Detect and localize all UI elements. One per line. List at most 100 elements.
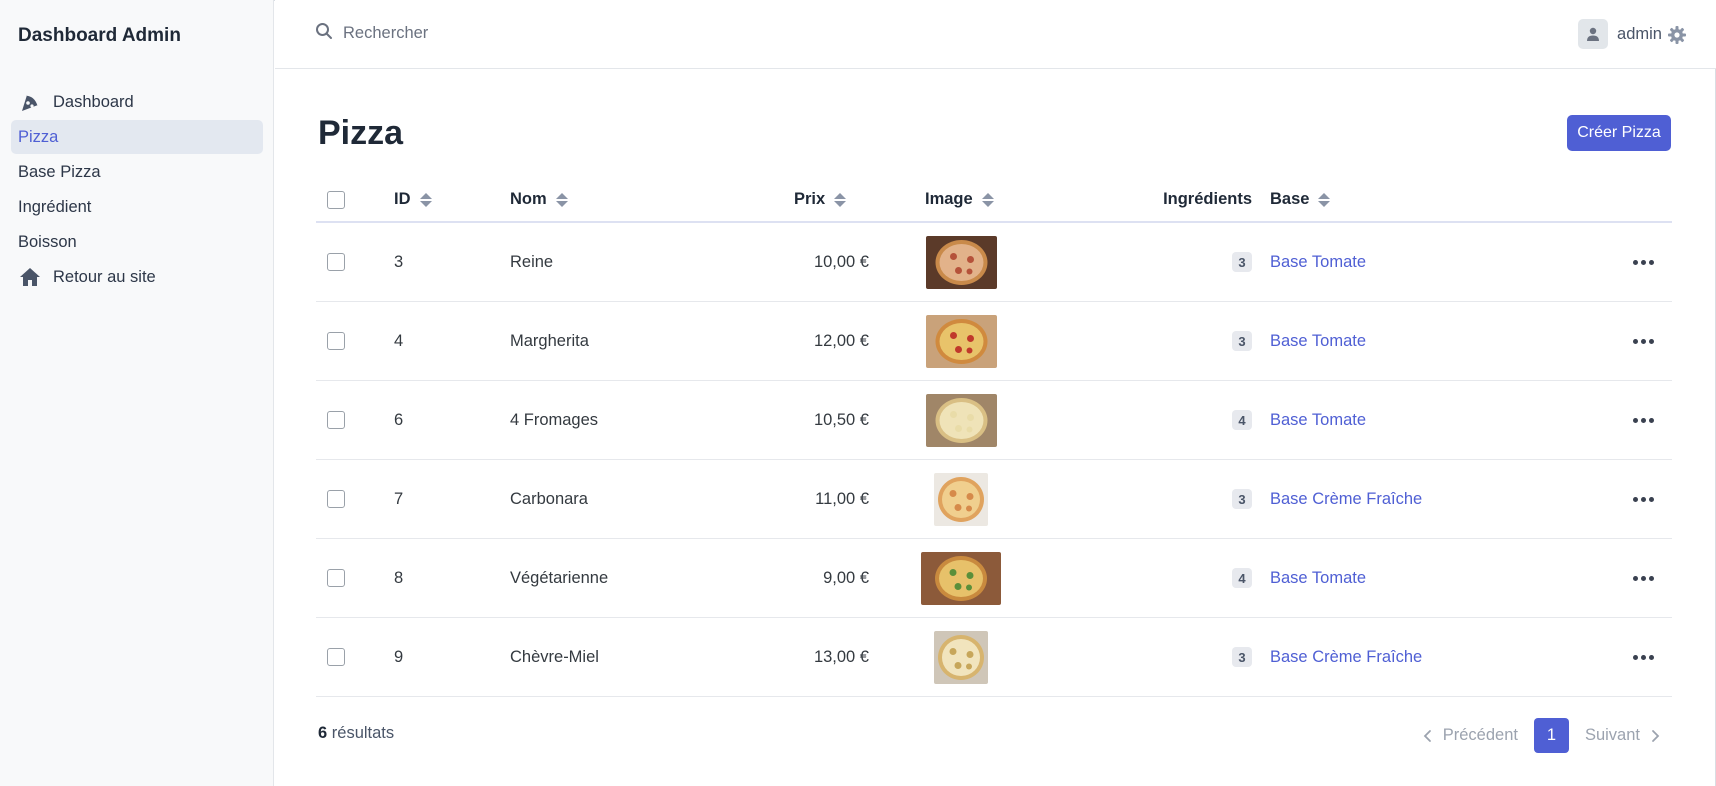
- cell-prix: 10,00 €: [813, 252, 869, 271]
- table-header: ID Nom Prix Image Ingrédients Base: [316, 178, 1672, 223]
- base-link[interactable]: Base Crème Fraîche: [1270, 490, 1422, 509]
- table-row[interactable]: 3 Reine 10,00 € 3 Base Tomate: [316, 223, 1672, 302]
- next-page-label: Suivant: [1584, 726, 1640, 744]
- cell-ingredients: 4: [1016, 539, 1252, 617]
- row-select-cell: [327, 302, 345, 380]
- column-header-base[interactable]: Base: [1270, 178, 1331, 221]
- user-menu[interactable]: admin: [1578, 19, 1662, 49]
- search-input[interactable]: [343, 24, 643, 43]
- base-link[interactable]: Base Tomate: [1270, 411, 1366, 430]
- gear-icon[interactable]: [1667, 25, 1687, 50]
- more-actions-icon[interactable]: [1633, 575, 1654, 581]
- column-header-label: ID: [394, 190, 411, 208]
- column-header-id[interactable]: ID: [394, 178, 432, 221]
- cell-nom: Carbonara: [510, 489, 588, 508]
- sort-icon[interactable]: [834, 192, 847, 207]
- ingredients-count-badge: 3: [1232, 647, 1252, 667]
- cell-image: [925, 223, 997, 301]
- sidebar-item-ingredient[interactable]: Ingrédient: [11, 190, 263, 224]
- sidebar-item-base-pizza[interactable]: Base Pizza: [11, 155, 263, 189]
- sort-icon[interactable]: [981, 192, 994, 207]
- column-header-prix[interactable]: Prix: [794, 178, 847, 221]
- pizza-image: [934, 472, 988, 526]
- more-actions-icon[interactable]: [1633, 338, 1654, 344]
- topbar: admin: [275, 0, 1716, 69]
- cell-image: [934, 618, 988, 696]
- more-actions-icon[interactable]: [1633, 417, 1654, 423]
- base-link[interactable]: Base Tomate: [1270, 569, 1366, 588]
- row-checkbox[interactable]: [327, 490, 345, 508]
- row-checkbox[interactable]: [327, 569, 345, 587]
- pizza-image: [921, 551, 1001, 605]
- sort-icon[interactable]: [1318, 192, 1331, 207]
- select-all-cell: [327, 178, 345, 221]
- select-all-checkbox[interactable]: [327, 190, 345, 209]
- sidebar-item-dashboard[interactable]: Dashboard: [11, 85, 263, 119]
- row-select-cell: [327, 460, 345, 538]
- column-header-label: Image: [925, 190, 973, 208]
- table-body: 3 Reine 10,00 € 3 Base Tomate 4 Margheri…: [316, 223, 1672, 697]
- ingredients-count-badge: 4: [1232, 410, 1252, 430]
- cell-id: 7: [394, 489, 404, 508]
- sort-icon[interactable]: [555, 192, 568, 207]
- cell-base: Base Tomate: [1270, 381, 1366, 459]
- more-actions-icon[interactable]: [1633, 496, 1654, 502]
- current-page-button[interactable]: 1: [1533, 718, 1569, 753]
- home-icon: [18, 265, 42, 289]
- cell-base: Base Tomate: [1270, 539, 1366, 617]
- sidebar-item-retour-au-site[interactable]: Retour au site: [11, 260, 263, 294]
- more-actions-icon[interactable]: [1633, 259, 1654, 265]
- table-row[interactable]: 4 Margherita 12,00 € 3 Base Tomate: [316, 302, 1672, 381]
- row-actions: [1633, 618, 1654, 696]
- cell-base: Base Crème Fraîche: [1270, 460, 1422, 538]
- column-header-label: Nom: [510, 190, 547, 208]
- row-select-cell: [327, 381, 345, 459]
- cell-ingredients: 3: [1016, 302, 1252, 380]
- column-header-ingredients: Ingrédients: [1016, 178, 1252, 221]
- more-actions-icon[interactable]: [1633, 654, 1654, 660]
- table-row[interactable]: 6 4 Fromages 10,50 € 4 Base Tomate: [316, 381, 1672, 460]
- pagination: Précédent 1 Suivant: [1421, 718, 1662, 753]
- row-actions: [1633, 302, 1654, 380]
- table-row[interactable]: 8 Végétarienne 9,00 € 4 Base Tomate: [316, 539, 1672, 618]
- base-link[interactable]: Base Tomate: [1270, 332, 1366, 351]
- row-checkbox[interactable]: [327, 648, 345, 666]
- cell-nom: Reine: [510, 252, 554, 271]
- page-title: Pizza: [318, 114, 404, 152]
- sidebar-nav: Dashboard Pizza Base Pizza Ingrédient Bo…: [11, 85, 263, 295]
- sidebar-item-label: Ingrédient: [18, 197, 92, 216]
- row-checkbox[interactable]: [327, 332, 345, 350]
- cell-image: [934, 460, 988, 538]
- row-actions: [1633, 223, 1654, 301]
- previous-page-label: Précédent: [1442, 726, 1518, 744]
- column-header-image[interactable]: Image: [925, 178, 994, 221]
- sidebar-item-label: Base Pizza: [18, 162, 101, 181]
- cell-image: [925, 302, 997, 380]
- previous-page-button[interactable]: Précédent: [1421, 726, 1518, 745]
- create-pizza-button[interactable]: Créer Pizza: [1567, 115, 1671, 151]
- cell-id: 6: [394, 410, 404, 429]
- row-checkbox[interactable]: [327, 253, 345, 271]
- pizza-image: [934, 630, 988, 684]
- search-box: [315, 22, 643, 45]
- base-link[interactable]: Base Crème Fraîche: [1270, 648, 1422, 667]
- row-checkbox[interactable]: [327, 411, 345, 429]
- chevron-left-icon: [1423, 729, 1431, 742]
- sidebar-item-pizza[interactable]: Pizza: [11, 120, 263, 154]
- row-actions: [1633, 381, 1654, 459]
- sort-icon[interactable]: [419, 192, 432, 207]
- cell-base: Base Tomate: [1270, 223, 1366, 301]
- cell-id: 8: [394, 568, 404, 587]
- column-header-nom[interactable]: Nom: [510, 178, 568, 221]
- table-row[interactable]: 7 Carbonara 11,00 € 3 Base Crème Fraîche: [316, 460, 1672, 539]
- sidebar-item-boisson[interactable]: Boisson: [11, 225, 263, 259]
- sidebar-item-label: Dashboard: [53, 92, 134, 111]
- base-link[interactable]: Base Tomate: [1270, 253, 1366, 272]
- next-page-button[interactable]: Suivant: [1585, 726, 1662, 745]
- table-row[interactable]: 9 Chèvre-Miel 13,00 € 3 Base Crème Fraîc…: [316, 618, 1672, 697]
- sidebar-item-label: Pizza: [18, 127, 59, 146]
- cell-prix: 11,00 €: [815, 489, 869, 508]
- column-header-label: Ingrédients: [1163, 190, 1252, 208]
- ingredients-count-badge: 3: [1232, 331, 1252, 351]
- cell-nom: Chèvre-Miel: [510, 647, 599, 666]
